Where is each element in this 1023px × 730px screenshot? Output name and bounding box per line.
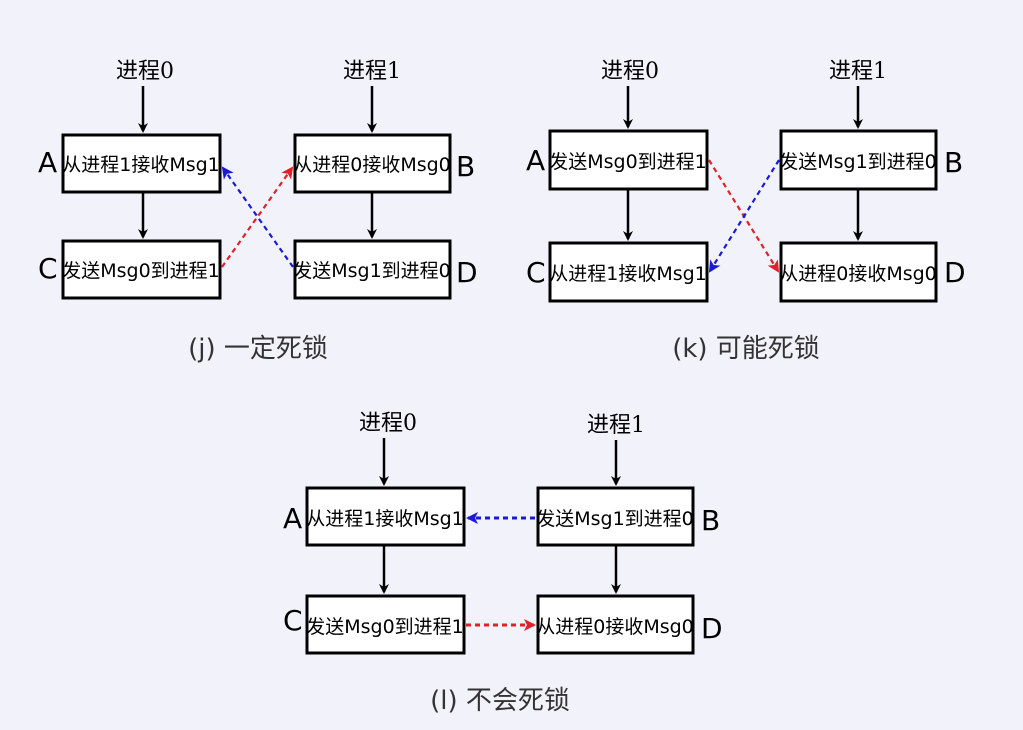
letter-d: D — [456, 256, 478, 289]
box-a-label: 从进程1接收Msg1 — [306, 508, 464, 530]
process1-label: 进程1 — [587, 413, 645, 438]
letter-d: D — [944, 256, 966, 289]
letter-d: D — [701, 612, 723, 645]
panel-k: 进程0 进程1 发送Msg0到进程1 发送Msg1到进程0 从进程1接收Msg1… — [526, 59, 966, 364]
process0-label: 进程0 — [116, 59, 174, 84]
letter-a: A — [38, 146, 57, 179]
panel-l: 进程0 进程1 从进程1接收Msg1 发送Msg1到进程0 发送Msg0到进程1… — [283, 411, 723, 716]
caption-j: (j) 一定死锁 — [188, 334, 328, 364]
letter-b: B — [944, 146, 963, 179]
box-d-label: 从进程0接收Msg0 — [536, 616, 694, 638]
box-c-label: 从进程1接收Msg1 — [549, 263, 707, 285]
box-c-label: 发送Msg0到进程1 — [62, 260, 220, 282]
process0-label: 进程0 — [359, 411, 417, 436]
letter-b: B — [701, 504, 720, 537]
letter-c: C — [38, 252, 58, 285]
letter-c: C — [283, 604, 303, 637]
panel-j: 进程0 进程1 从进程1接收Msg1 从进程0接收Msg0 发送Msg0到进程1… — [38, 59, 478, 364]
letter-b: B — [456, 150, 475, 183]
box-d-label: 发送Msg1到进程0 — [293, 260, 451, 282]
deadlock-diagram: 进程0 进程1 从进程1接收Msg1 从进程0接收Msg0 发送Msg0到进程1… — [38, 59, 966, 716]
letter-c: C — [526, 256, 546, 289]
box-b-label: 发送Msg1到进程0 — [779, 151, 937, 173]
box-b-label: 发送Msg1到进程0 — [536, 508, 694, 530]
box-a-label: 从进程1接收Msg1 — [62, 154, 220, 176]
caption-k: (k) 可能死锁 — [672, 334, 820, 364]
letter-a: A — [283, 502, 302, 535]
box-b-label: 从进程0接收Msg0 — [293, 154, 451, 176]
letter-a: A — [526, 144, 545, 177]
box-c-label: 发送Msg0到进程1 — [306, 616, 464, 638]
box-d-label: 从进程0接收Msg0 — [779, 263, 937, 285]
caption-l: (l) 不会死锁 — [430, 686, 570, 716]
process1-label: 进程1 — [343, 59, 401, 84]
process1-label: 进程1 — [829, 59, 887, 84]
process0-label: 进程0 — [601, 59, 659, 84]
box-a-label: 发送Msg0到进程1 — [549, 151, 707, 173]
